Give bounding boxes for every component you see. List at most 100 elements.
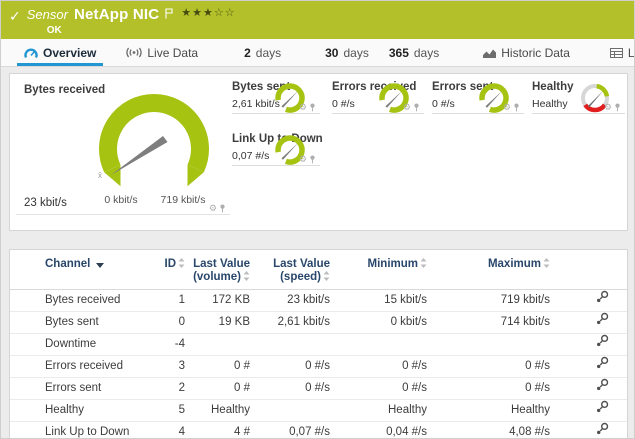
channel-settings-icon[interactable] xyxy=(596,400,609,413)
panel-pin-icon[interactable] xyxy=(309,155,316,164)
channel-id: -4 xyxy=(150,334,187,356)
tab-30-days-word: days xyxy=(343,46,368,60)
sort-icon[interactable] xyxy=(323,271,330,281)
last-value-speed xyxy=(252,400,332,422)
last-value-volume: 0 # xyxy=(187,356,252,378)
gauge-panel-healthy[interactable]: Healthy Healthy ⚙ xyxy=(532,77,625,114)
gauge-icon xyxy=(24,47,38,59)
row-actions-cell xyxy=(552,312,627,334)
table-row[interactable]: Downtime-4 xyxy=(10,334,627,356)
gauge-panel-bytes-received[interactable]: Bytes received x̄ 0 kbit/s 719 kbit/s 23… xyxy=(16,77,230,215)
gauge-panel-bytes-sent[interactable]: Bytes sent 2,61 kbit/s ⚙ xyxy=(232,77,320,114)
row-actions-cell xyxy=(552,378,627,400)
column-header-maximum[interactable]: Maximum xyxy=(429,250,552,290)
row-actions-cell xyxy=(552,422,627,439)
log-icon xyxy=(610,48,623,58)
channel-settings-icon[interactable] xyxy=(596,422,609,435)
tab-log-label: Log xyxy=(628,46,635,60)
tab-log[interactable]: Log xyxy=(601,39,635,66)
gauge-current-value: 0 #/s xyxy=(332,98,355,110)
row-actions-cell xyxy=(552,400,627,422)
table-row[interactable]: Bytes received1172 KB23 kbit/s15 kbit/s7… xyxy=(10,290,627,312)
overview-panel: Bytes received x̄ 0 kbit/s 719 kbit/s 23… xyxy=(9,73,628,231)
maximum-value: 714 kbit/s xyxy=(429,312,552,334)
maximum-value: 719 kbit/s xyxy=(429,290,552,312)
tab-2-days[interactable]: 2 days xyxy=(235,39,290,66)
channel-id: 1 xyxy=(150,290,187,312)
tab-live-data[interactable]: Live Data xyxy=(117,39,207,66)
table-row[interactable]: Healthy5HealthyHealthyHealthy xyxy=(10,400,627,422)
tab-historic-data[interactable]: Historic Data xyxy=(474,39,579,66)
column-header-last-value-volume[interactable]: Last Value (volume) xyxy=(187,250,252,290)
panel-pin-icon[interactable] xyxy=(614,103,621,112)
gauge-max-label: 719 kbit/s xyxy=(152,194,214,206)
minimum-value: 0,04 #/s xyxy=(332,422,429,439)
tab-30-days-number: 30 xyxy=(325,46,338,60)
tab-overview[interactable]: Overview xyxy=(15,39,105,66)
panel-settings-gear-icon[interactable]: ⚙ xyxy=(604,103,612,112)
column-header-last-value-speed[interactable]: Last Value (speed) xyxy=(252,250,332,290)
channel-settings-icon[interactable] xyxy=(596,334,609,347)
channel-name: Link Up to Down xyxy=(10,422,150,439)
gauge-current-value: Healthy xyxy=(532,98,568,110)
table-row[interactable]: Errors received30 #0 #/s0 #/s0 #/s xyxy=(10,356,627,378)
sort-icon[interactable] xyxy=(178,258,185,268)
channel-settings-icon[interactable] xyxy=(596,312,609,325)
sensor-header: ✓ Sensor NetApp NIC ★★★☆☆ OK xyxy=(1,1,634,39)
panel-settings-gear-icon[interactable]: ⚙ xyxy=(503,103,511,112)
maximum-value: Healthy xyxy=(429,400,552,422)
maximum-value: 0 #/s xyxy=(429,378,552,400)
gauge-panel-errors-sent[interactable]: Errors sent 0 #/s ⚙ xyxy=(432,77,524,114)
panel-pin-icon[interactable] xyxy=(219,204,226,213)
minimum-value: 15 kbit/s xyxy=(332,290,429,312)
last-value-speed xyxy=(252,334,332,356)
average-marker: x̄ xyxy=(98,171,102,180)
status-ok-check-icon: ✓ xyxy=(9,8,21,25)
table-row[interactable]: Errors sent20 #0 #/s0 #/s0 #/s xyxy=(10,378,627,400)
tab-historic-data-label: Historic Data xyxy=(501,46,570,60)
panel-settings-gear-icon[interactable]: ⚙ xyxy=(209,204,217,213)
maximum-value: 4,08 #/s xyxy=(429,422,552,439)
broadcast-icon xyxy=(126,47,142,58)
column-header-id[interactable]: ID xyxy=(150,250,187,290)
last-value-speed: 0 #/s xyxy=(252,378,332,400)
channel-settings-icon[interactable] xyxy=(596,356,609,369)
gauge-needle xyxy=(111,136,168,175)
sort-icon[interactable] xyxy=(543,258,550,268)
channel-settings-icon[interactable] xyxy=(596,378,609,391)
status-badge: OK xyxy=(47,25,236,36)
table-row[interactable]: Bytes sent019 KB2,61 kbit/s0 kbit/s714 k… xyxy=(10,312,627,334)
star-rating[interactable]: ★★★☆☆ xyxy=(181,6,235,19)
tab-30-days[interactable]: 30 days xyxy=(316,39,378,66)
sort-icon[interactable] xyxy=(243,271,250,281)
channel-name: Bytes sent xyxy=(10,312,150,334)
panel-pin-icon[interactable] xyxy=(513,103,520,112)
gauge-min-label: 0 kbit/s xyxy=(91,194,151,206)
sort-icon[interactable] xyxy=(420,258,427,268)
gauge-panel-errors-received[interactable]: Errors received 0 #/s ⚙ xyxy=(332,77,424,114)
gauge-current-value: 2,61 kbit/s xyxy=(232,98,280,110)
gauge-panel-link-up-to-down[interactable]: Link Up to Down 0,07 #/s ⚙ xyxy=(232,129,320,166)
gauge-current-value: 0 #/s xyxy=(432,98,455,110)
table-row[interactable]: Link Up to Down44 #0,07 #/s0,04 #/s4,08 … xyxy=(10,422,627,439)
chart-icon xyxy=(483,48,496,58)
last-value-volume: Healthy xyxy=(187,400,252,422)
panel-settings-gear-icon[interactable]: ⚙ xyxy=(299,155,307,164)
panel-pin-icon[interactable] xyxy=(413,103,420,112)
primary-gauge: x̄ xyxy=(97,92,211,194)
channel-name: Healthy xyxy=(10,400,150,422)
channel-settings-icon[interactable] xyxy=(596,290,609,303)
panel-pin-icon[interactable] xyxy=(309,103,316,112)
favorite-flag-icon[interactable] xyxy=(165,8,173,19)
column-header-minimum[interactable]: Minimum xyxy=(332,250,429,290)
maximum-value xyxy=(429,334,552,356)
tab-2-days-word: days xyxy=(256,46,281,60)
gauge-label: Healthy xyxy=(532,81,574,93)
tab-overview-label: Overview xyxy=(43,46,96,60)
column-header-channel[interactable]: Channel xyxy=(10,250,150,290)
last-value-volume: 172 KB xyxy=(187,290,252,312)
panel-settings-gear-icon[interactable]: ⚙ xyxy=(403,103,411,112)
last-value-speed: 0 #/s xyxy=(252,356,332,378)
panel-settings-gear-icon[interactable]: ⚙ xyxy=(299,103,307,112)
tab-365-days[interactable]: 365 days xyxy=(380,39,448,66)
